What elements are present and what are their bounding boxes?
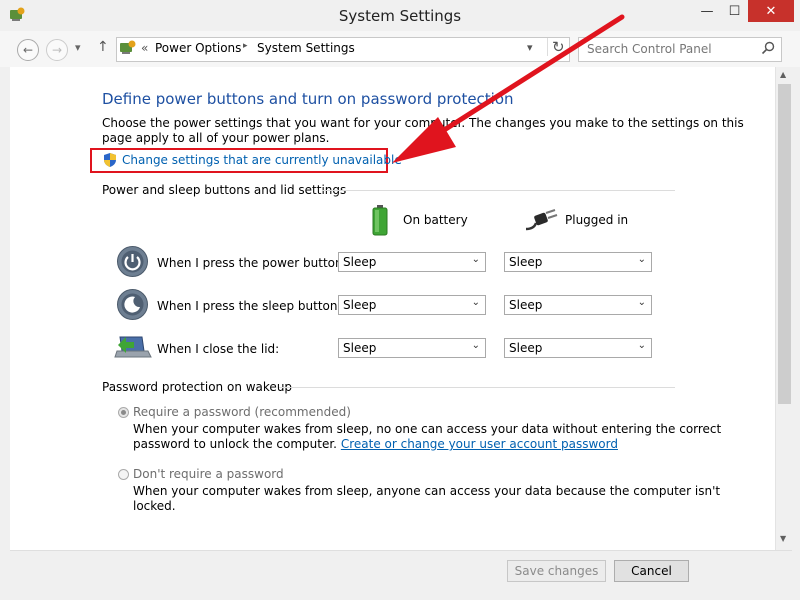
close-lid-battery-value: Sleep <box>343 341 377 355</box>
change-settings-link[interactable]: Change settings that are currently unava… <box>122 153 402 167</box>
power-button-battery-select[interactable]: Sleep ⌄ <box>338 252 486 272</box>
plugged-in-header: Plugged in <box>565 213 629 227</box>
forward-button[interactable]: → <box>46 39 68 61</box>
breadcrumb-power-options[interactable]: Power Options <box>155 41 241 55</box>
require-password-desc-line1: When your computer wakes from sleep, no … <box>133 422 722 436</box>
on-battery-header: On battery <box>403 213 468 227</box>
close-lid-label: When I close the lid: <box>157 342 280 356</box>
power-section-divider <box>322 190 675 191</box>
chevron-down-icon: ⌄ <box>637 297 646 308</box>
power-button-icon <box>116 245 149 278</box>
sleep-button-battery-value: Sleep <box>343 298 377 312</box>
breadcrumb-system-settings[interactable]: System Settings <box>257 41 355 55</box>
password-section-divider <box>279 387 675 388</box>
no-password-label: Don't require a password <box>133 467 284 481</box>
chevron-down-icon: ⌄ <box>471 254 480 265</box>
no-password-desc-line1: When your computer wakes from sleep, any… <box>133 484 721 498</box>
power-button-plugged-value: Sleep <box>509 255 543 269</box>
up-button[interactable]: ↑ <box>97 39 109 55</box>
no-password-desc-line2: locked. <box>133 499 176 513</box>
minimize-button[interactable]: — <box>693 0 721 22</box>
close-lid-plugged-select[interactable]: Sleep ⌄ <box>504 338 652 358</box>
power-button-battery-value: Sleep <box>343 255 377 269</box>
chevron-down-icon: ⌄ <box>471 297 480 308</box>
annotation-arrow-icon <box>392 14 625 163</box>
sleep-button-label: When I press the sleep button: <box>157 299 342 313</box>
battery-icon <box>371 204 389 236</box>
scrollbar-thumb[interactable] <box>778 84 791 404</box>
require-password-label: Require a password (recommended) <box>133 405 351 419</box>
laptop-lid-icon <box>114 333 152 361</box>
recent-pages-dropdown[interactable]: ▾ <box>75 41 81 54</box>
sleep-button-icon <box>116 288 149 321</box>
chevron-down-icon: ⌄ <box>471 340 480 351</box>
user-account-password-link[interactable]: Create or change your user account passw… <box>341 437 618 451</box>
intro-text-line2: page apply to all of your power plans. <box>102 131 330 145</box>
password-section-title: Password protection on wakeup <box>102 380 293 394</box>
sleep-button-plugged-value: Sleep <box>509 298 543 312</box>
require-password-radio[interactable] <box>118 407 129 418</box>
vertical-scrollbar[interactable]: ▲ ▼ <box>775 67 793 550</box>
back-button[interactable]: ← <box>17 39 39 61</box>
search-icon[interactable] <box>761 41 775 55</box>
scroll-up-arrow-icon[interactable]: ▲ <box>780 70 786 79</box>
shield-icon[interactable] <box>102 152 118 168</box>
close-lid-plugged-value: Sleep <box>509 341 543 355</box>
power-button-label: When I press the power button: <box>157 256 347 270</box>
chevron-down-icon: ⌄ <box>637 254 646 265</box>
close-button[interactable]: ✕ <box>748 0 794 22</box>
require-password-desc-line2: password to unlock the computer. Create … <box>133 437 618 451</box>
plug-icon <box>524 207 558 233</box>
scroll-down-arrow-icon[interactable]: ▼ <box>780 534 786 543</box>
require-password-desc-text: password to unlock the computer. <box>133 437 337 451</box>
footer-divider <box>10 550 792 551</box>
control-panel-icon <box>119 40 137 56</box>
sleep-button-plugged-select[interactable]: Sleep ⌄ <box>504 295 652 315</box>
power-button-plugged-select[interactable]: Sleep ⌄ <box>504 252 652 272</box>
sleep-button-battery-select[interactable]: Sleep ⌄ <box>338 295 486 315</box>
save-changes-button[interactable]: Save changes <box>507 560 606 582</box>
breadcrumb-separator[interactable]: « <box>141 41 148 55</box>
breadcrumb-arrow-icon[interactable]: ▸ <box>243 41 248 51</box>
chevron-down-icon: ⌄ <box>637 340 646 351</box>
cancel-button[interactable]: Cancel <box>614 560 689 582</box>
close-lid-battery-select[interactable]: Sleep ⌄ <box>338 338 486 358</box>
no-password-radio[interactable] <box>118 469 129 480</box>
power-section-title: Power and sleep buttons and lid settings <box>102 183 347 197</box>
maximize-button[interactable]: ☐ <box>721 0 748 22</box>
